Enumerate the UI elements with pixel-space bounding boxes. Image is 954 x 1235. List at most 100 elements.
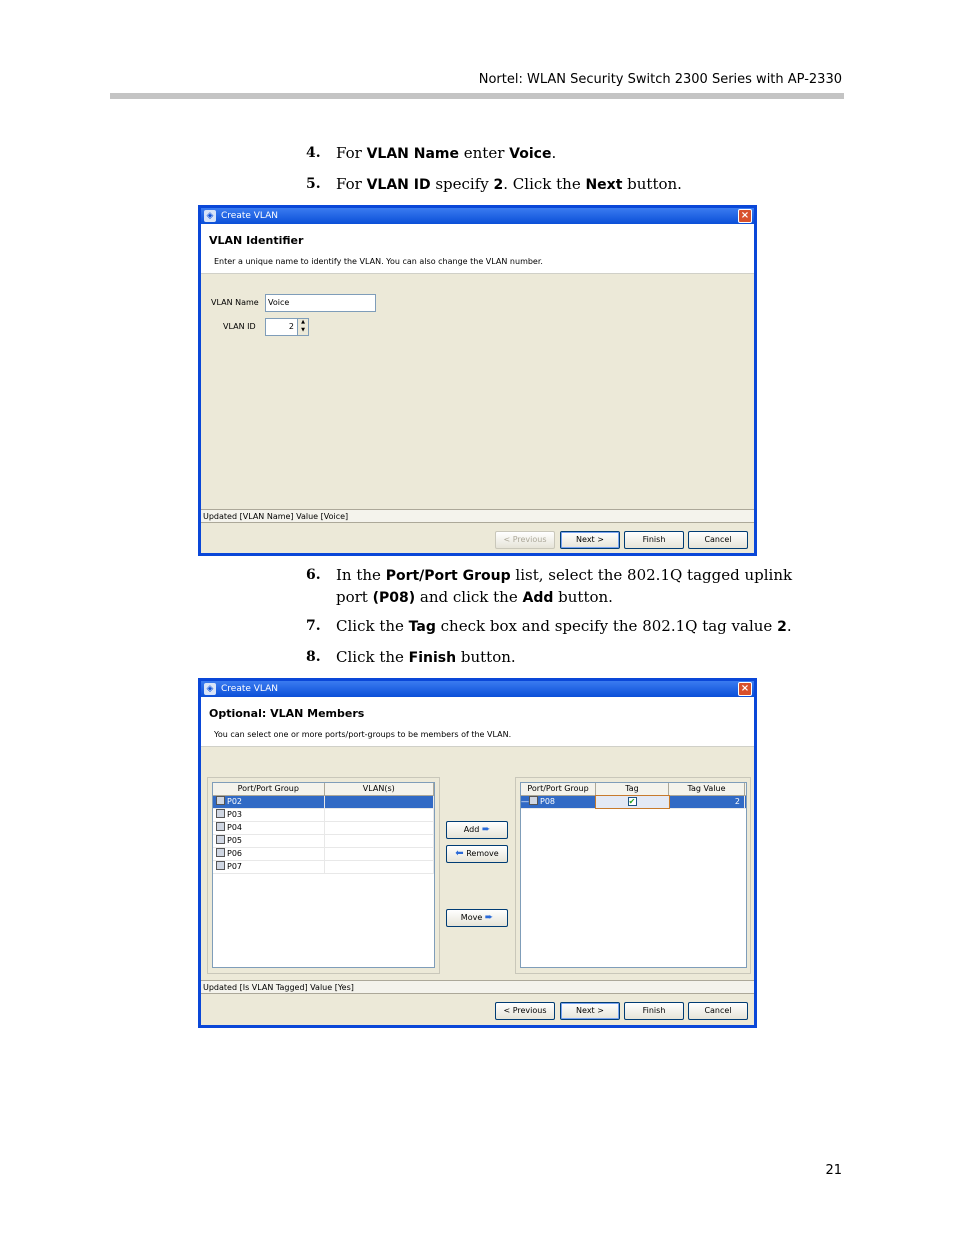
cancel-button[interactable]: Cancel (688, 1002, 748, 1020)
spinner-arrows[interactable]: ▲ ▼ (297, 319, 308, 335)
table-row[interactable]: P07 (213, 861, 434, 874)
port-label: P03 (227, 810, 243, 819)
table-row[interactable]: — P08 ✔ 2 (521, 795, 746, 809)
port-cell: — P08 (521, 796, 596, 808)
text: In the (336, 566, 386, 584)
vlan-name-input[interactable]: Voice (265, 294, 376, 312)
step-text: In the Port/Port Group list, select the … (336, 565, 826, 609)
bold-text: Tag (408, 619, 436, 635)
step-number: 6. (306, 567, 321, 583)
port-label: P04 (227, 823, 243, 832)
remove-button[interactable]: ⬅ Remove (446, 845, 508, 863)
previous-button[interactable]: < Previous (495, 1002, 555, 1020)
bold-text: 2 (777, 619, 787, 635)
port-icon (216, 835, 225, 844)
spin-down-icon[interactable]: ▼ (298, 327, 308, 335)
app-icon: ◈ (204, 683, 216, 695)
port-label: P07 (227, 862, 243, 871)
dialog-titlebar: ◈ Create VLAN × (201, 208, 754, 224)
tag-cell: ✔ (595, 795, 670, 809)
tag-value-cell[interactable]: 2 (669, 796, 745, 808)
table-row[interactable]: P06 (213, 848, 434, 861)
add-button[interactable]: Add ➨ (446, 821, 508, 839)
member-ports-panel: Port/Port Group Tag Tag Value — P08 ✔ 2 (515, 777, 751, 974)
finish-button[interactable]: Finish (624, 531, 684, 549)
next-button[interactable]: Next > (560, 531, 620, 549)
port-cell: P04 (213, 822, 325, 834)
column-header[interactable]: Tag Value (669, 783, 745, 795)
vlan-cell (325, 822, 434, 834)
cancel-button[interactable]: Cancel (688, 531, 748, 549)
bold-text: Next (585, 177, 623, 193)
vlan-id-label: VLAN ID (223, 322, 256, 331)
column-header[interactable]: Port/Port Group (521, 783, 596, 795)
close-icon[interactable]: × (738, 209, 752, 223)
tag-checkbox[interactable]: ✔ (627, 797, 637, 806)
vlan-cell (325, 835, 434, 847)
close-icon[interactable]: × (738, 682, 752, 696)
finish-button[interactable]: Finish (624, 1002, 684, 1020)
tree-dash-icon: — (521, 797, 529, 806)
bold-text: Add (522, 590, 554, 606)
table-row[interactable]: P05 (213, 835, 434, 848)
port-cell: P05 (213, 835, 325, 847)
vlan-id-value: 2 (288, 322, 294, 331)
step-number: 5. (306, 176, 321, 192)
create-vlan-dialog-identifier: ◈ Create VLAN × VLAN Identifier Enter a … (198, 205, 757, 556)
available-ports-table[interactable]: Port/Port Group VLAN(s) P02 P03 P04 P05 … (212, 782, 435, 968)
table-header: Port/Port Group Tag Tag Value (521, 783, 746, 796)
next-button[interactable]: Next > (560, 1002, 620, 1020)
dialog-titlebar: ◈ Create VLAN × (201, 681, 754, 697)
header-title: Nortel: WLAN Security Switch 2300 Series… (478, 72, 842, 87)
bold-text: Voice (509, 146, 552, 162)
dialog-heading: Optional: VLAN Members (209, 707, 365, 720)
member-ports-table[interactable]: Port/Port Group Tag Tag Value — P08 ✔ 2 (520, 782, 747, 968)
arrow-left-icon: ⬅ (455, 848, 464, 859)
column-header[interactable]: Port/Port Group (213, 783, 325, 795)
column-header[interactable]: VLAN(s) (325, 783, 434, 795)
move-button[interactable]: Move ➨ (446, 909, 508, 927)
status-bar: Updated [Is VLAN Tagged] Value [Yes] (201, 980, 754, 994)
vlan-cell (325, 848, 434, 860)
port-icon (529, 796, 538, 805)
dialog-title: Create VLAN (221, 684, 279, 694)
dialog-description: You can select one or more ports/port-gr… (214, 730, 512, 739)
vlan-name-label: VLAN Name (211, 298, 259, 307)
text: button. (622, 175, 682, 193)
column-header[interactable]: Tag (596, 783, 669, 795)
text: Click the (336, 648, 409, 666)
table-row[interactable]: P04 (213, 822, 434, 835)
dialog-header: VLAN Identifier Enter a unique name to i… (201, 224, 754, 274)
port-cell: P02 (213, 796, 325, 808)
port-icon (216, 796, 225, 805)
step-text: Click the Finish button. (336, 647, 826, 669)
bold-text: VLAN Name (366, 146, 459, 162)
available-ports-panel: Port/Port Group VLAN(s) P02 P03 P04 P05 … (207, 777, 440, 974)
header-rule (110, 93, 844, 99)
step-number: 7. (306, 618, 321, 634)
vlan-id-spinner[interactable]: 2 ▲ ▼ (265, 318, 309, 336)
vlan-cell (325, 796, 434, 808)
arrow-right-icon: ➨ (481, 824, 491, 835)
port-icon (216, 848, 225, 857)
page-number: 21 (825, 1163, 842, 1178)
text: For (336, 175, 367, 193)
table-row[interactable]: P03 (213, 809, 434, 822)
status-bar: Updated [VLAN Name] Value [Voice] (201, 509, 754, 523)
step-text: Click the Tag check box and specify the … (336, 616, 826, 638)
bold-text: Port/Port Group (385, 568, 511, 584)
bold-text: Finish (408, 650, 457, 666)
bold-text: (P08) (372, 590, 416, 606)
text: . (551, 144, 557, 162)
port-icon (216, 822, 225, 831)
spin-up-icon[interactable]: ▲ (298, 319, 308, 327)
move-label: Move (460, 913, 483, 922)
text: specify (430, 175, 494, 193)
port-label: P08 (540, 797, 556, 806)
arrow-right-icon: ➨ (484, 912, 494, 923)
step-number: 8. (306, 649, 321, 665)
dialog-title: Create VLAN (221, 211, 279, 221)
previous-button[interactable]: < Previous (495, 531, 555, 549)
text: and click the (415, 588, 523, 606)
table-row[interactable]: P02 (213, 796, 434, 809)
